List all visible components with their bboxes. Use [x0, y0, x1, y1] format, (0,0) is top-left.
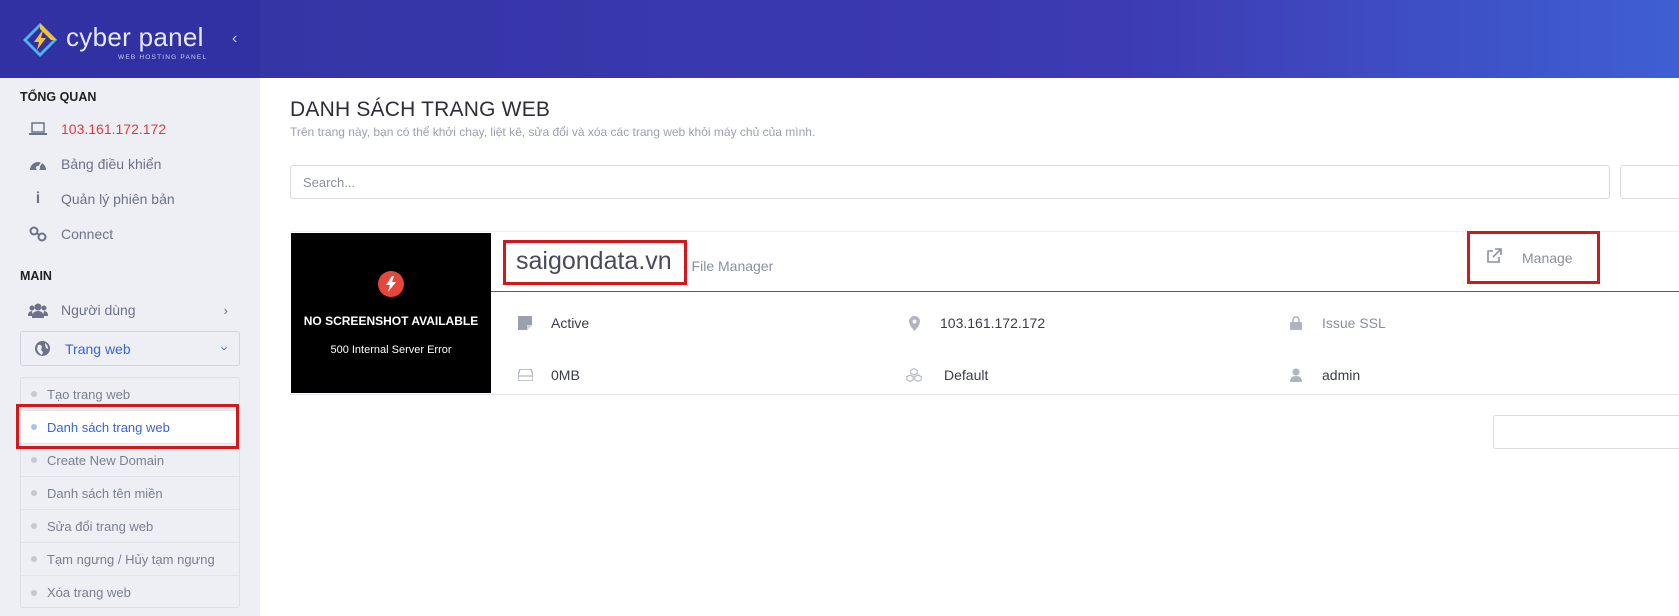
sidebar-item-label: Người dùng [61, 302, 136, 318]
search-input[interactable] [290, 165, 1610, 199]
sidebar-item-label: Trang web [65, 340, 131, 357]
submenu-label: Danh sách tên miền [47, 485, 163, 501]
cyberpanel-logo-icon [23, 23, 57, 57]
hard-drive-icon [517, 369, 533, 381]
submenu-label: Create New Domain [47, 452, 165, 468]
issue-ssl-link[interactable]: Issue SSL [1288, 315, 1386, 331]
info-icon: i [35, 190, 41, 207]
pagination[interactable] [1493, 415, 1679, 449]
bullet-dot [31, 490, 37, 496]
cubes-icon [906, 367, 922, 383]
top-header-bar [260, 0, 1679, 78]
highlight-box-domain [503, 240, 687, 285]
screenshot-title: NO SCREENSHOT AVAILABLE [303, 314, 479, 328]
dashboard-icon [28, 156, 48, 172]
map-marker-icon [906, 315, 922, 331]
file-manager-link[interactable]: - File Manager [683, 258, 773, 274]
lock-icon [1288, 316, 1304, 330]
screenshot-error: 500 Internal Server Error [330, 344, 452, 356]
sidebar-item-server-ip[interactable]: 103.161.172.172 [28, 113, 240, 145]
link-icon [28, 226, 48, 242]
ip-value: 103.161.172.172 [940, 315, 1046, 331]
bullet-dot [31, 589, 37, 596]
lightning-icon [378, 271, 404, 297]
sidebar-item-label: Connect [61, 226, 114, 242]
chevron-right-icon: › [223, 302, 228, 318]
sidebar-item-label: Bảng điều khiển [61, 156, 162, 172]
chevron-left-icon[interactable]: ‹ [232, 30, 237, 48]
per-page-select[interactable] [1620, 165, 1679, 199]
sidebar-item-version-management[interactable]: i Quản lý phiên bản [28, 183, 240, 215]
sidebar-item-websites[interactable]: Trang web › [20, 331, 240, 366]
submenu-label: Sửa đổi trang web [47, 518, 154, 534]
disk-usage-value: 0MB [551, 367, 580, 383]
bullet-dot [31, 523, 37, 529]
globe-icon [32, 340, 52, 357]
website-package: Default [906, 367, 988, 383]
card-divider [491, 291, 1679, 292]
sidebar: cyber panel WEB HOSTING PANEL ‹ TỔNG QUA… [0, 0, 260, 616]
website-ip: 103.161.172.172 [906, 315, 1045, 331]
submenu-modify-website[interactable]: Sửa đổi trang web [21, 510, 239, 543]
bullet-dot [31, 391, 37, 397]
bullet-dot [31, 457, 37, 463]
website-disk-usage: 0MB [517, 367, 580, 383]
website-owner: admin [1288, 367, 1360, 383]
chevron-down-icon: › [217, 346, 233, 351]
overview-heading: TỔNG QUAN [20, 90, 97, 104]
highlight-box-manage [1467, 231, 1600, 284]
page-title: DANH SÁCH TRANG WEB [290, 98, 551, 121]
website-screenshot: NO SCREENSHOT AVAILABLE 500 Internal Ser… [291, 233, 491, 393]
main-heading: MAIN [20, 269, 52, 283]
owner-value: admin [1322, 367, 1361, 383]
sidebar-item-dashboard[interactable]: Bảng điều khiển [28, 148, 240, 180]
package-value: Default [944, 367, 989, 383]
submenu-list-domains[interactable]: Danh sách tên miền [21, 477, 239, 510]
sidebar-item-connect[interactable]: Connect [28, 218, 240, 250]
brand-tagline: WEB HOSTING PANEL [118, 54, 208, 61]
website-status: Active [517, 315, 589, 331]
bullet-dot [31, 556, 37, 562]
sidebar-item-label: 103.161.172.172 [61, 121, 167, 137]
brand-name: cyber panel [66, 22, 204, 52]
user-icon [1288, 368, 1304, 382]
sidebar-item-label: Quản lý phiên bản [61, 191, 175, 207]
submenu-label: Xóa trang web [47, 585, 131, 600]
laptop-icon [28, 122, 48, 136]
sidebar-item-users[interactable]: Người dùng › [28, 294, 240, 326]
submenu-label: Tạm ngưng / Hủy tạm ngưng [47, 551, 215, 567]
users-icon [28, 302, 48, 318]
submenu-delete-website[interactable]: Xóa trang web [21, 576, 239, 609]
logo-bar: cyber panel WEB HOSTING PANEL ‹ [0, 0, 260, 78]
note-icon [517, 316, 533, 330]
submenu-suspend-website[interactable]: Tạm ngưng / Hủy tạm ngưng [21, 543, 239, 576]
highlight-box-list-websites [16, 404, 239, 449]
status-value: Active [551, 315, 590, 331]
page-subtitle: Trên trang này, bạn có thể khởi chạy, li… [290, 125, 816, 139]
submenu-label: Tạo trang web [47, 386, 131, 402]
issue-ssl-label: Issue SSL [1322, 315, 1386, 331]
